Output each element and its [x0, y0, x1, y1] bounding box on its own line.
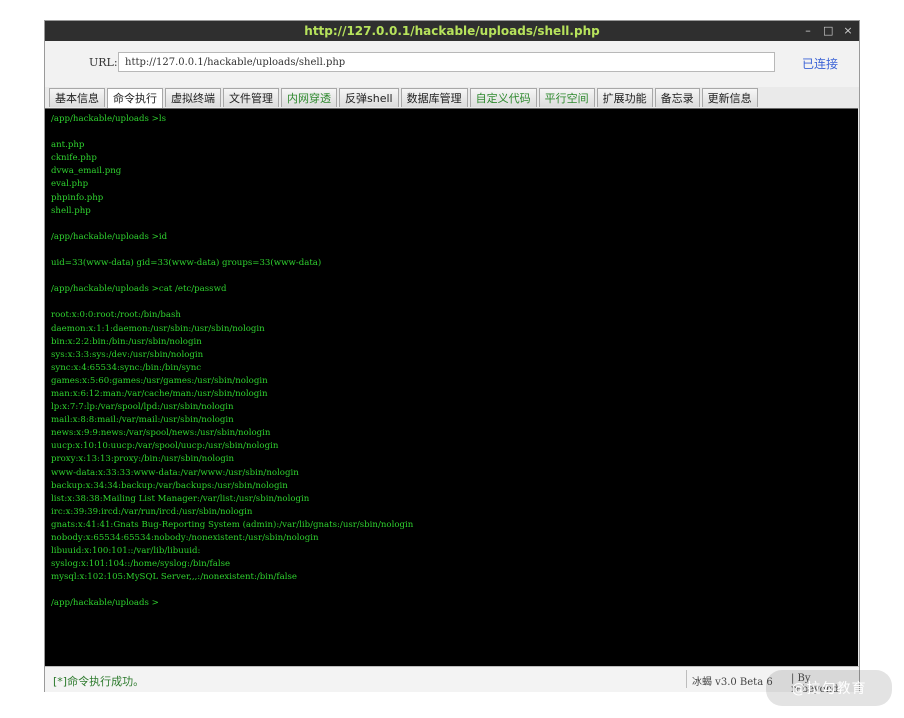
title-bar[interactable]: http://127.0.0.1/hackable/uploads/shell.…: [45, 21, 859, 41]
status-divider: [686, 670, 687, 688]
url-label: URL:: [89, 56, 118, 69]
tab-parallel-space[interactable]: 平行空间: [538, 88, 595, 107]
window-controls: – □ ×: [803, 21, 853, 41]
tab-bar: 基本信息 命令执行 虚拟终端 文件管理 内网穿透 反弹shell 数据库管理 自…: [49, 88, 758, 108]
minimize-icon[interactable]: –: [803, 21, 813, 41]
maximize-icon[interactable]: □: [823, 21, 833, 41]
app-window: http://127.0.0.1/hackable/uploads/shell.…: [44, 20, 860, 695]
tab-reverse-shell[interactable]: 反弹shell: [339, 88, 399, 107]
connection-status: 已连接: [802, 57, 839, 71]
status-bar: [*]命令执行成功。 冰蝎 v3.0 Beta 6 | By rebeyond: [45, 666, 859, 695]
terminal-output[interactable]: /app/hackable/uploads >ls ant.php cknife…: [45, 109, 858, 611]
tab-virtual-terminal[interactable]: 虚拟终端: [165, 88, 221, 107]
close-icon[interactable]: ×: [843, 21, 853, 41]
status-message: [*]命令执行成功。: [53, 675, 145, 688]
command-terminal[interactable]: /app/hackable/uploads >ls ant.php cknife…: [45, 108, 858, 666]
tab-extensions[interactable]: 扩展功能: [596, 88, 653, 107]
url-input[interactable]: [118, 52, 775, 72]
tab-custom-code[interactable]: 自定义代码: [469, 88, 537, 107]
watermark-badge: @拉勾教育: [766, 670, 892, 706]
tab-database-manager[interactable]: 数据库管理: [400, 88, 468, 107]
tab-command-exec[interactable]: 命令执行: [107, 88, 163, 108]
tab-intranet-tunnel[interactable]: 内网穿透: [281, 88, 337, 107]
window-title: http://127.0.0.1/hackable/uploads/shell.…: [304, 24, 600, 38]
url-bar: URL: 已连接: [45, 41, 859, 87]
tab-file-manager[interactable]: 文件管理: [223, 88, 279, 107]
tab-update-info[interactable]: 更新信息: [701, 88, 758, 107]
tab-basic-info[interactable]: 基本信息: [49, 88, 105, 107]
version-label: 冰蝎 v3.0 Beta 6: [692, 677, 773, 688]
tab-memo[interactable]: 备忘录: [654, 88, 700, 107]
